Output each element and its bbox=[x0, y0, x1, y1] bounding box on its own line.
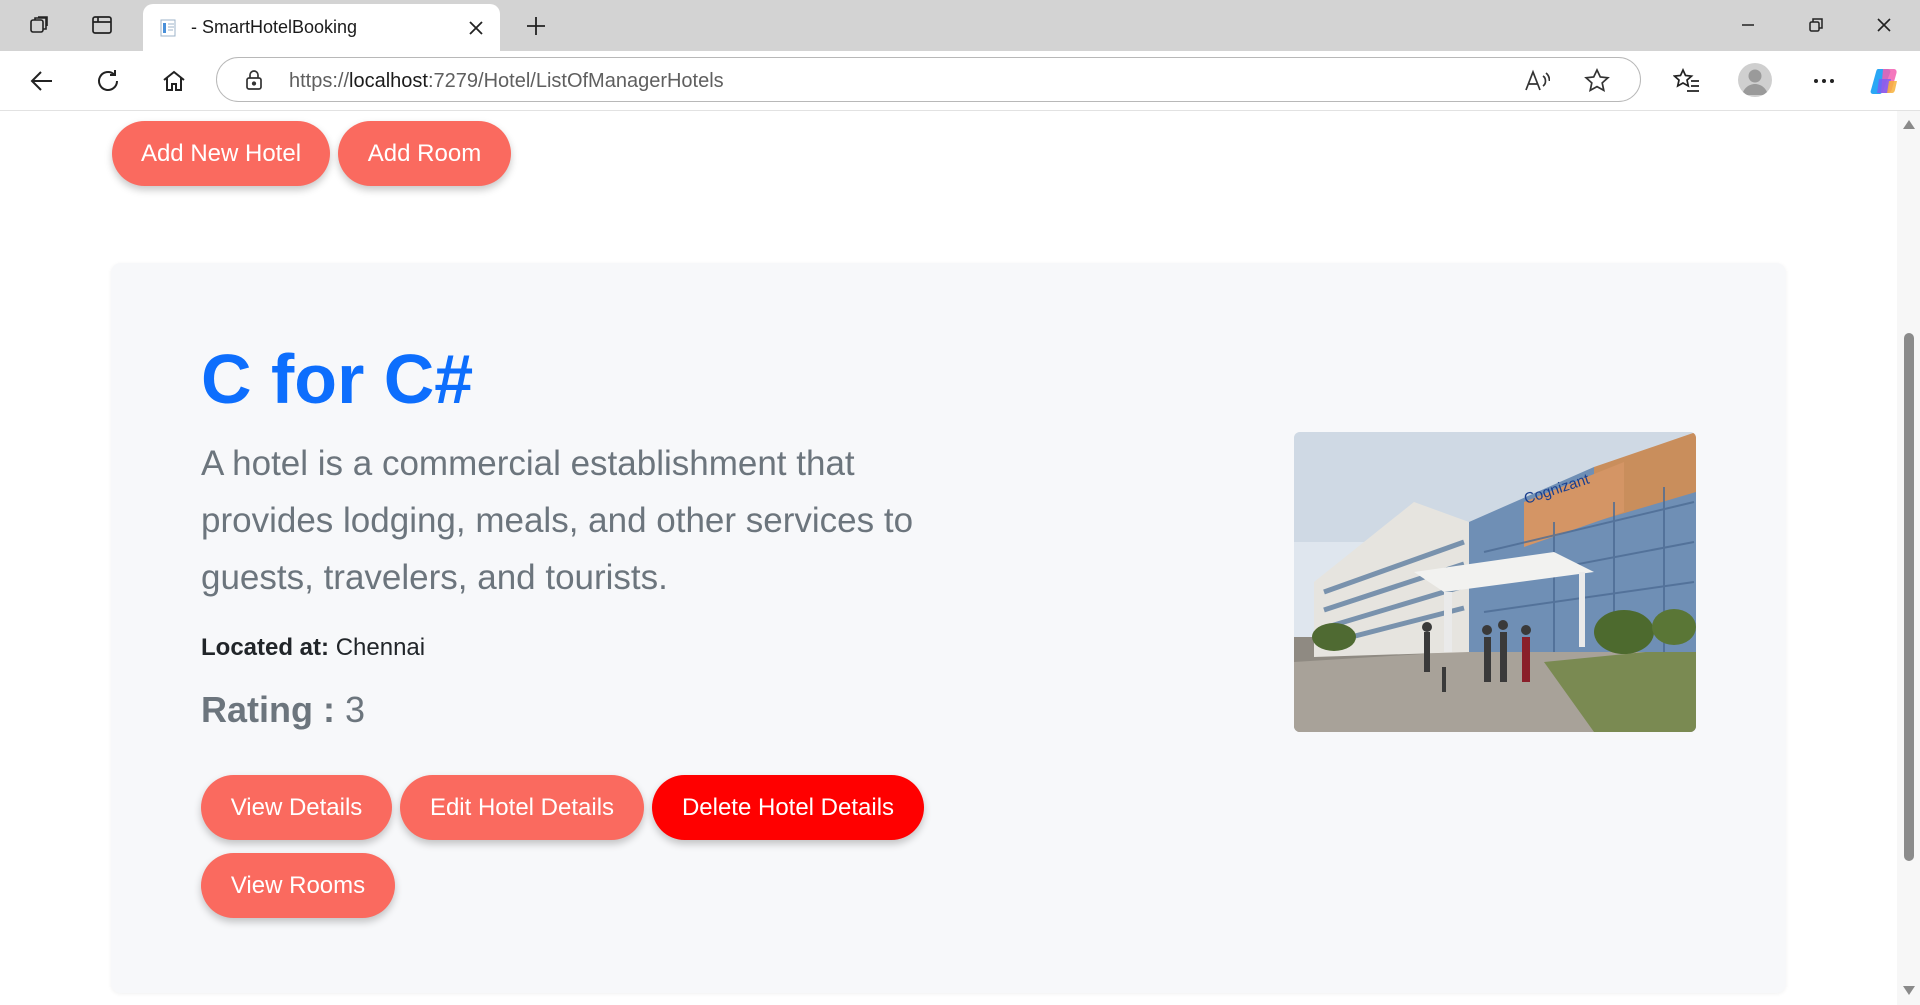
lock-icon[interactable] bbox=[243, 69, 265, 91]
read-aloud-icon[interactable] bbox=[1524, 68, 1550, 94]
location-label: Located at: bbox=[201, 634, 330, 661]
workspaces-icon[interactable] bbox=[24, 10, 54, 40]
tab-title: - SmartHotelBooking bbox=[191, 17, 358, 37]
rating-label: Rating : bbox=[201, 689, 335, 730]
add-new-hotel-button[interactable]: Add New Hotel bbox=[112, 121, 330, 186]
home-icon[interactable] bbox=[156, 63, 192, 99]
url-text[interactable]: https://localhost:7279/Hotel/ListOfManag… bbox=[289, 70, 724, 93]
add-room-button[interactable]: Add Room bbox=[338, 121, 511, 186]
scroll-thumb[interactable] bbox=[1904, 333, 1914, 861]
hotel-location: Located at: Chennai bbox=[201, 634, 425, 662]
close-window-icon[interactable] bbox=[1861, 8, 1907, 42]
active-tab[interactable]: - SmartHotelBooking bbox=[143, 4, 500, 51]
page-favicon-icon bbox=[160, 19, 176, 37]
close-tab-icon[interactable] bbox=[464, 16, 488, 40]
scroll-down-arrow-icon[interactable] bbox=[1903, 986, 1915, 995]
hotel-name: C for C# bbox=[201, 340, 474, 418]
hotel-description: A hotel is a commercial establishment th… bbox=[201, 444, 914, 597]
hotel-rating: Rating : 3 bbox=[201, 689, 365, 731]
view-rooms-button[interactable]: View Rooms bbox=[201, 853, 395, 918]
delete-hotel-button[interactable]: Delete Hotel Details bbox=[652, 775, 924, 840]
hotel-image: Cognizant bbox=[1294, 432, 1696, 732]
favorite-star-icon[interactable] bbox=[1584, 68, 1610, 94]
page-viewport: Add New Hotel Add Room C for C# A hotel … bbox=[0, 111, 1897, 1005]
refresh-icon[interactable] bbox=[90, 63, 126, 99]
edit-hotel-button[interactable]: Edit Hotel Details bbox=[400, 775, 644, 840]
address-bar[interactable]: https://localhost:7279/Hotel/ListOfManag… bbox=[216, 57, 1641, 102]
back-icon[interactable] bbox=[24, 63, 60, 99]
location-value: Chennai bbox=[335, 634, 426, 661]
favorites-icon[interactable] bbox=[1669, 63, 1705, 99]
profile-avatar[interactable] bbox=[1738, 63, 1772, 97]
scroll-up-arrow-icon[interactable] bbox=[1903, 120, 1915, 129]
minimize-icon[interactable] bbox=[1725, 8, 1771, 42]
copilot-icon[interactable] bbox=[1867, 63, 1903, 99]
hotel-card: C for C# A hotel is a commercial establi… bbox=[111, 263, 1786, 993]
browser-toolbar: https://localhost:7279/Hotel/ListOfManag… bbox=[0, 51, 1920, 111]
url-path: :7279/Hotel/ListOfManagerHotels bbox=[427, 70, 724, 92]
url-host: localhost bbox=[349, 70, 428, 92]
restore-icon[interactable] bbox=[1793, 8, 1839, 42]
more-options-icon[interactable] bbox=[1806, 63, 1842, 99]
page-scrollbar[interactable] bbox=[1897, 111, 1920, 1005]
new-tab-icon[interactable] bbox=[520, 10, 552, 42]
url-scheme: https:// bbox=[289, 70, 350, 92]
view-details-button[interactable]: View Details bbox=[201, 775, 392, 840]
browser-tab-bar: - SmartHotelBooking bbox=[0, 0, 1920, 51]
tab-actions-icon[interactable] bbox=[87, 10, 117, 40]
rating-value: 3 bbox=[345, 689, 366, 730]
